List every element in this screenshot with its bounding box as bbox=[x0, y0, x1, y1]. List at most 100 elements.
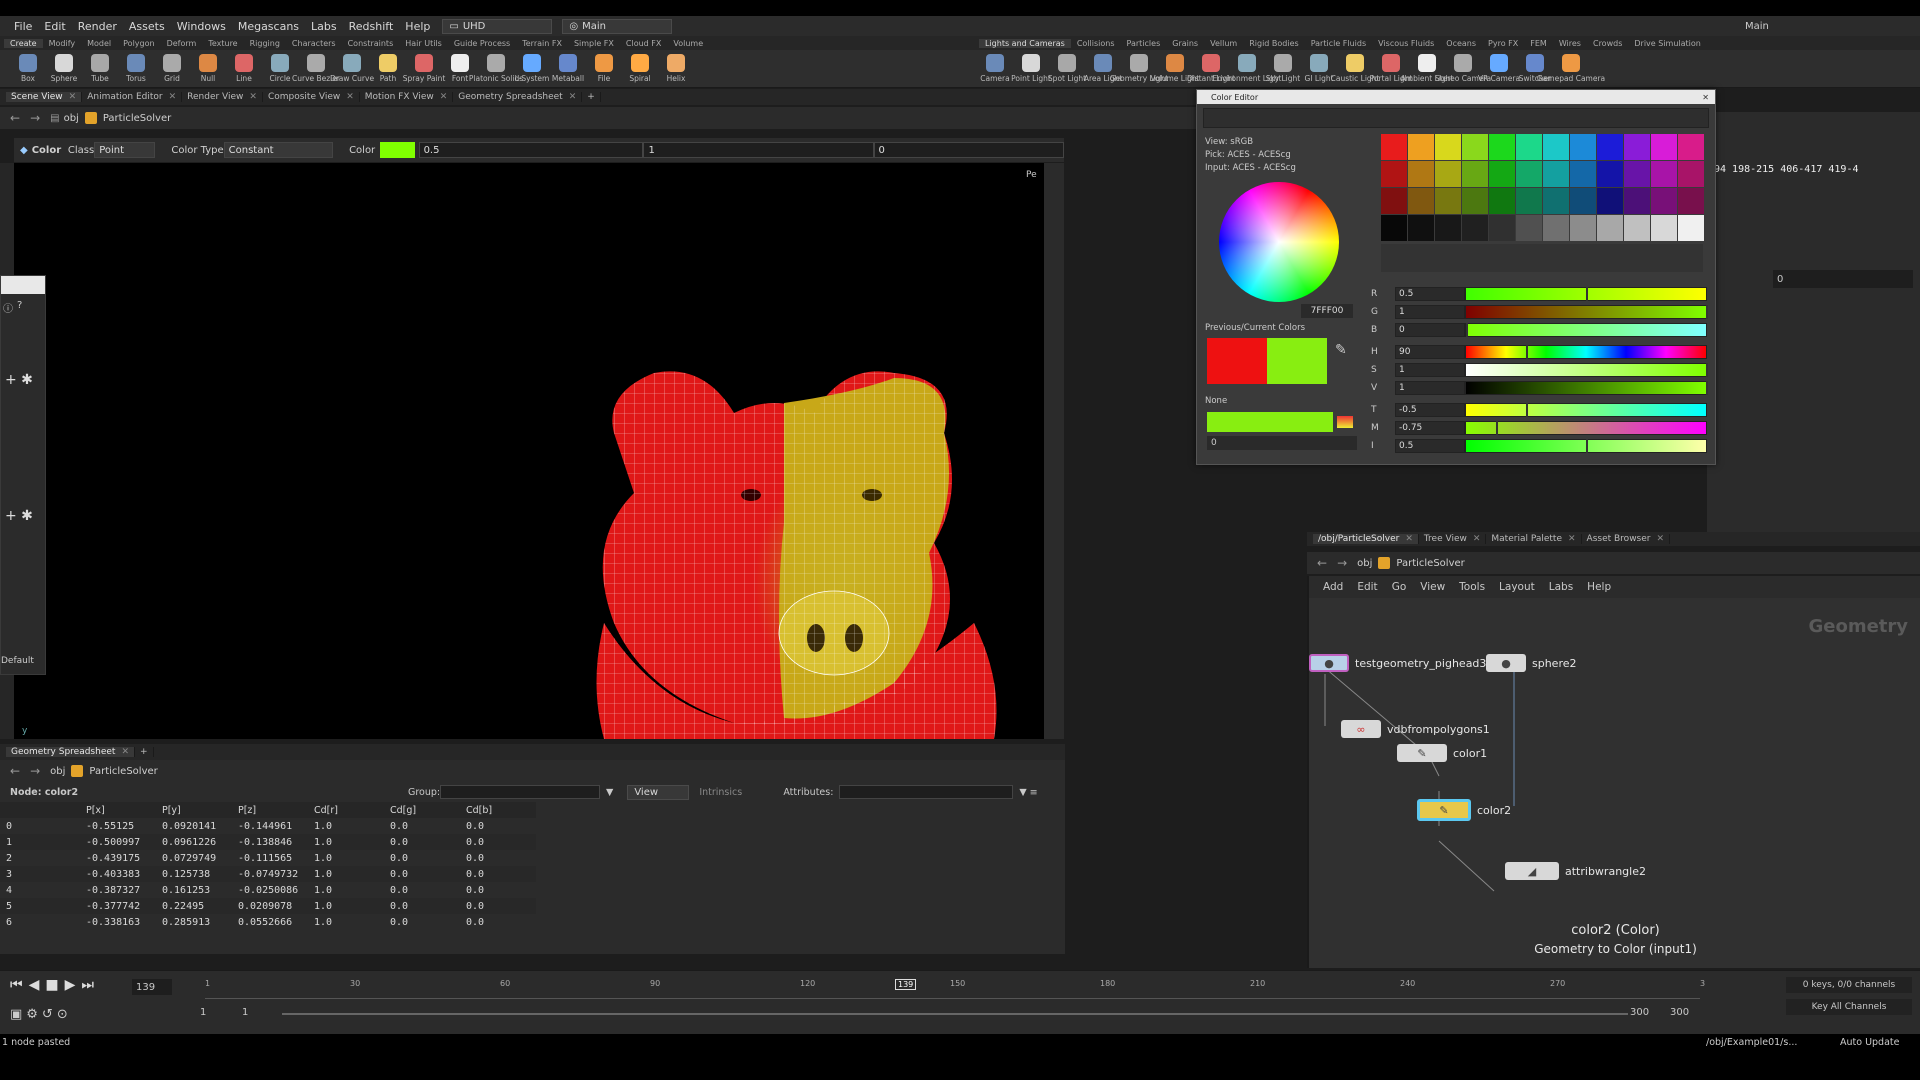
slider-handle[interactable] bbox=[1706, 305, 1708, 319]
menu-windows[interactable]: Windows bbox=[177, 20, 226, 33]
table-row[interactable]: 2 -0.439175 0.0729749 -0.111565 1.0 0.0 0.0 bbox=[0, 850, 536, 866]
column-header[interactable] bbox=[0, 802, 80, 818]
color-swatch[interactable] bbox=[1678, 188, 1704, 214]
shelf-tab-rigid-bodies[interactable]: Rigid Bodies bbox=[1243, 39, 1304, 48]
net-menu-view[interactable]: View bbox=[1420, 581, 1445, 593]
net-tab-material-palette[interactable]: Material Palette ✕ bbox=[1486, 534, 1582, 544]
forward-arrow-icon[interactable]: → bbox=[30, 111, 40, 125]
sheet-back-arrow-icon[interactable]: ← bbox=[10, 764, 20, 778]
close-icon[interactable]: ✕ bbox=[1656, 534, 1664, 544]
shelf-tab-polygon[interactable]: Polygon bbox=[117, 39, 160, 48]
color-swatch[interactable] bbox=[1570, 215, 1596, 241]
sheet-forward-arrow-icon[interactable]: → bbox=[30, 764, 40, 778]
shelf-tab-guide-process[interactable]: Guide Process bbox=[448, 39, 516, 48]
color-swatch[interactable] bbox=[1489, 134, 1515, 160]
slider-value-field[interactable]: 0.5 bbox=[1395, 287, 1465, 301]
color-swatch[interactable] bbox=[1651, 134, 1677, 160]
slider-track[interactable] bbox=[1465, 403, 1707, 417]
close-icon[interactable]: ✕ bbox=[69, 92, 77, 102]
preset-select[interactable] bbox=[1203, 108, 1709, 128]
color-swatch[interactable] bbox=[1381, 161, 1407, 187]
node-color1[interactable]: ✎ color1 bbox=[1397, 744, 1487, 762]
palette-icon[interactable] bbox=[1337, 416, 1353, 428]
menu-file[interactable]: File bbox=[14, 20, 32, 33]
add-tab-icon[interactable]: + bbox=[135, 747, 154, 757]
color-swatch[interactable] bbox=[1381, 215, 1407, 241]
tool-null[interactable]: Null bbox=[190, 54, 226, 83]
tool-sky-light[interactable]: Sky Light bbox=[1265, 54, 1301, 83]
tool-l-system[interactable]: L-System bbox=[514, 54, 550, 83]
shelf-tab-collisions[interactable]: Collisions bbox=[1071, 39, 1121, 48]
tool-grid[interactable]: Grid bbox=[154, 54, 190, 83]
close-icon[interactable]: ✕ bbox=[1405, 534, 1413, 544]
attr-filter-icon[interactable]: ▼ ≡ bbox=[1019, 787, 1037, 798]
tab-render-view[interactable]: Render View ✕ bbox=[182, 92, 263, 102]
start-frame-2[interactable]: 1 bbox=[242, 1007, 272, 1018]
tool-file[interactable]: File bbox=[586, 54, 622, 83]
close-icon[interactable]: ✕ bbox=[249, 92, 257, 102]
slider-value-field[interactable]: -0.5 bbox=[1395, 403, 1465, 417]
shelf-tab-pyro-fx[interactable]: Pyro FX bbox=[1482, 39, 1524, 48]
sheet-path-node[interactable]: ParticleSolver bbox=[65, 765, 158, 777]
color-swatch[interactable] bbox=[1462, 188, 1488, 214]
column-header[interactable]: Cd[b] bbox=[460, 802, 536, 818]
color-swatch[interactable] bbox=[1516, 215, 1542, 241]
tool-camera[interactable]: Camera bbox=[977, 54, 1013, 83]
tab-geometry-spreadsheet[interactable]: Geometry Spreadsheet ✕ bbox=[6, 747, 135, 757]
close-icon[interactable]: ✕ bbox=[1568, 534, 1576, 544]
parm-value-field[interactable]: 0 bbox=[1773, 270, 1913, 288]
slider-handle[interactable] bbox=[1706, 363, 1708, 377]
color-swatch[interactable] bbox=[1651, 188, 1677, 214]
shelf-tab-oceans[interactable]: Oceans bbox=[1440, 39, 1482, 48]
table-row[interactable]: 5 -0.377742 0.22495 0.0209078 1.0 0.0 0.0 bbox=[0, 898, 536, 914]
close-icon[interactable]: ✕ bbox=[346, 92, 354, 102]
color-swatch[interactable] bbox=[1489, 188, 1515, 214]
slider-track[interactable] bbox=[1465, 363, 1708, 377]
shelf-tab-hair-utils[interactable]: Hair Utils bbox=[399, 39, 448, 48]
shelf-tab-rigging[interactable]: Rigging bbox=[244, 39, 286, 48]
class-select[interactable]: Point bbox=[94, 142, 156, 158]
menu-render[interactable]: Render bbox=[78, 20, 117, 33]
tool-platonic-solids[interactable]: Platonic Solids bbox=[469, 54, 523, 83]
tool-box[interactable]: Box bbox=[10, 54, 46, 83]
range-slider[interactable] bbox=[282, 1013, 1628, 1015]
color-swatch[interactable] bbox=[1624, 134, 1650, 160]
node-testgeometry-pighead[interactable]: ● testgeometry_pighead3 bbox=[1309, 654, 1486, 672]
hex-field[interactable]: 7FFF00 bbox=[1301, 304, 1353, 318]
tool-gamepad-camera[interactable]: Gamepad Camera bbox=[1537, 54, 1605, 83]
menu-megascans[interactable]: Megascans bbox=[238, 20, 299, 33]
slider-handle[interactable] bbox=[1586, 439, 1588, 453]
path-obj[interactable]: obj bbox=[64, 113, 79, 124]
color-swatch[interactable] bbox=[1489, 161, 1515, 187]
slider-track[interactable] bbox=[1465, 381, 1708, 395]
slider-value-field[interactable]: 0 bbox=[1395, 323, 1465, 337]
color-swatch[interactable] bbox=[1462, 161, 1488, 187]
slider-handle[interactable] bbox=[1466, 323, 1468, 337]
close-icon[interactable]: ✕ bbox=[1702, 93, 1709, 102]
color-swatch[interactable] bbox=[1570, 134, 1596, 160]
intrinsics-label[interactable]: Intrinsics bbox=[699, 787, 783, 798]
menu-redshift[interactable]: Redshift bbox=[349, 20, 394, 33]
keys-channels[interactable]: 0 keys, 0/0 channels bbox=[1786, 977, 1912, 993]
tool-environment-light[interactable]: Environment Light bbox=[1213, 54, 1282, 83]
column-header[interactable]: Cd[g] bbox=[384, 802, 460, 818]
color-swatch[interactable] bbox=[1435, 161, 1461, 187]
scene-viewport[interactable]: y Pe bbox=[14, 163, 1044, 739]
color-swatch[interactable] bbox=[1624, 215, 1650, 241]
color-swatch[interactable] bbox=[1516, 188, 1542, 214]
filter-icon[interactable]: ▼ bbox=[606, 787, 613, 798]
slider-value-field[interactable]: 1 bbox=[1395, 305, 1465, 319]
slider-handle[interactable] bbox=[1586, 287, 1588, 301]
key-all-channels[interactable]: Key All Channels bbox=[1786, 999, 1912, 1015]
net-forward-arrow-icon[interactable]: → bbox=[1337, 556, 1347, 570]
tab-scene-view[interactable]: Scene View ✕ bbox=[6, 92, 83, 102]
net-menu-labs[interactable]: Labs bbox=[1549, 581, 1573, 593]
sheet-path-obj[interactable]: obj bbox=[50, 766, 65, 777]
color-swatch[interactable] bbox=[1408, 215, 1434, 241]
shelf-tab-texture[interactable]: Texture bbox=[202, 39, 243, 48]
node-vdbfrompolygons1[interactable]: ∞ vdbfrompolygons1 bbox=[1341, 720, 1490, 738]
color-swatch[interactable] bbox=[1597, 188, 1623, 214]
status-path[interactable]: /obj/Example01/s... bbox=[1706, 1037, 1797, 1048]
net-menu-help[interactable]: Help bbox=[1587, 581, 1611, 593]
net-menu-layout[interactable]: Layout bbox=[1499, 581, 1535, 593]
